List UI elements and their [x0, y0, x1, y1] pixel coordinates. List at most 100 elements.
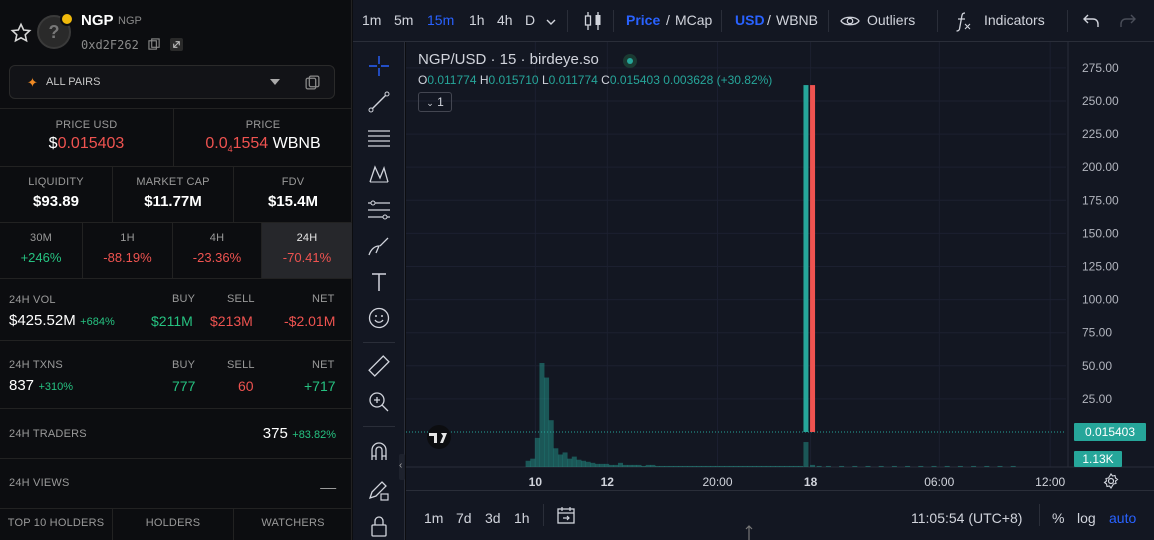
- auto-scale-toggle[interactable]: auto: [1109, 510, 1136, 526]
- function-icon[interactable]: [953, 10, 973, 32]
- magnet-icon[interactable]: [367, 440, 391, 464]
- eye-icon[interactable]: [840, 13, 860, 29]
- clock-readout[interactable]: 11:05:54 (UTC+8): [911, 510, 1022, 526]
- volume-bar: [997, 465, 1003, 467]
- price-usd-value: 0.015403: [57, 135, 125, 152]
- volume-bar: [957, 465, 963, 467]
- top10-holders-caption: TOP 10 HOLDERS: [7, 517, 105, 529]
- volume-buy-caption: BUY: [172, 293, 196, 305]
- holders-cell: HOLDERS: [113, 509, 234, 540]
- price-native-value-a: 0.0: [205, 135, 228, 152]
- pencil-lock-icon[interactable]: [367, 478, 391, 502]
- volume-net-caption: NET: [312, 293, 335, 305]
- interval-5m[interactable]: 5m: [394, 12, 413, 28]
- liquidity-caption: LIQUIDITY: [28, 176, 84, 188]
- horizontal-lines-icon[interactable]: [367, 126, 391, 150]
- token-name: NGP: [81, 12, 114, 29]
- volume-bar: [865, 465, 871, 467]
- collapse-toolbar-handle[interactable]: ‹: [399, 454, 405, 480]
- volume-bar: [696, 465, 702, 467]
- volume-bar: [918, 465, 924, 467]
- tab-24h[interactable]: 24H -70.41%: [262, 223, 352, 278]
- volume-bar: [673, 465, 679, 467]
- range-1m[interactable]: 1m: [424, 510, 443, 526]
- volume-bar: [756, 465, 762, 467]
- sparkle-icon: ✦: [27, 75, 38, 90]
- copy-icon[interactable]: [148, 38, 161, 51]
- ruler-icon[interactable]: [367, 354, 391, 378]
- y-tick-label: 275.00: [1082, 61, 1119, 75]
- pattern-icon[interactable]: [367, 162, 391, 186]
- undo-icon[interactable]: [1082, 13, 1100, 29]
- zoom-in-icon[interactable]: [367, 390, 391, 414]
- volume-bar: [765, 465, 771, 467]
- emoji-icon[interactable]: [367, 306, 391, 330]
- volume-bar: [719, 465, 725, 467]
- volume-bar: [971, 465, 977, 467]
- trend-line-icon[interactable]: [367, 90, 391, 114]
- percent-scale-toggle[interactable]: %: [1052, 510, 1064, 526]
- wbnb-toggle[interactable]: WBNB: [776, 12, 818, 28]
- star-icon[interactable]: [10, 22, 32, 44]
- indicators-button[interactable]: Indicators: [984, 12, 1045, 28]
- txns-delta: +310%: [38, 381, 74, 393]
- txns-row: 24H TXNS 837 +310% BUY 777 SELL 60 NET +…: [0, 340, 352, 408]
- legend-collapse-button[interactable]: ⌄ 1: [418, 92, 452, 112]
- brush-icon[interactable]: [367, 234, 391, 258]
- txns-caption: 24H TXNS: [9, 359, 63, 371]
- traders-row: 24H TRADERS 375 +83.82%: [0, 408, 352, 458]
- text-icon[interactable]: [367, 270, 391, 294]
- volume-bar: [604, 463, 610, 467]
- range-1h[interactable]: 1h: [514, 510, 530, 526]
- x-tick-label: 20:00: [703, 475, 733, 489]
- tab-30m[interactable]: 30M +246%: [0, 223, 83, 278]
- tradingview-logo-icon[interactable]: [422, 425, 456, 449]
- pairs-selector[interactable]: ✦ ALL PAIRS: [9, 65, 335, 99]
- price-row: PRICE USD $0.015403 PRICE 0.041554 WBNB: [0, 108, 352, 166]
- outliers-button[interactable]: Outliers: [867, 12, 915, 28]
- interval-d[interactable]: D: [525, 12, 535, 28]
- usd-toggle[interactable]: USD: [735, 12, 765, 28]
- tab-1h[interactable]: 1H -88.19%: [83, 223, 173, 278]
- fdv-cell: FDV $15.4M: [234, 167, 352, 222]
- views-value: __: [320, 473, 336, 489]
- volume-bar: [1010, 465, 1016, 467]
- volume-bar: [839, 465, 845, 467]
- fib-icon[interactable]: [367, 198, 391, 222]
- expand-icon[interactable]: [170, 38, 183, 51]
- tab-4h[interactable]: 4H -23.36%: [173, 223, 262, 278]
- toolbar-divider: [937, 10, 938, 32]
- legend-collapse-count: 1: [437, 95, 444, 109]
- candles-icon[interactable]: [583, 10, 603, 32]
- log-scale-toggle[interactable]: log: [1077, 510, 1096, 526]
- resize-handle-icon[interactable]: [743, 525, 755, 540]
- chevron-down-icon[interactable]: [546, 18, 556, 26]
- chevron-down-icon: [270, 79, 280, 85]
- interval-1h[interactable]: 1h: [469, 12, 485, 28]
- volume-bar: [664, 465, 670, 467]
- lock-icon[interactable]: [367, 514, 391, 538]
- settings-gear-icon[interactable]: [1103, 473, 1119, 489]
- chart-canvas[interactable]: 275.00250.00225.00200.00175.00150.00125.…: [406, 42, 1154, 490]
- volume-bar: [728, 465, 734, 467]
- price-chart[interactable]: 275.00 250.00 225.00 200.00 175.00 150.00 125.…: [406, 42, 1154, 490]
- toolbar-divider: [828, 10, 829, 32]
- interval-4h[interactable]: 4h: [497, 12, 513, 28]
- redo-icon[interactable]: [1119, 13, 1137, 29]
- interval-15m[interactable]: 15m: [427, 12, 454, 28]
- last-price-tag: 0.015403: [1074, 423, 1146, 441]
- copy-icon[interactable]: [304, 74, 321, 91]
- volume-bar: [576, 459, 582, 467]
- price-toggle[interactable]: Price: [626, 12, 660, 28]
- ohlc-open-key: O: [418, 73, 428, 87]
- holders-caption: HOLDERS: [145, 517, 201, 529]
- date-range-icon[interactable]: [556, 505, 576, 525]
- y-tick-label: 75.00: [1082, 326, 1112, 340]
- chart-bottom-bar: 1m 7d 3d 1h 11:05:54 (UTC+8) % log auto: [406, 490, 1154, 540]
- crosshair-icon[interactable]: [367, 54, 391, 78]
- interval-1m[interactable]: 1m: [362, 12, 381, 28]
- mcap-toggle[interactable]: MCap: [675, 12, 712, 28]
- toolbar-divider: [613, 10, 614, 32]
- range-3d[interactable]: 3d: [485, 510, 501, 526]
- range-7d[interactable]: 7d: [456, 510, 472, 526]
